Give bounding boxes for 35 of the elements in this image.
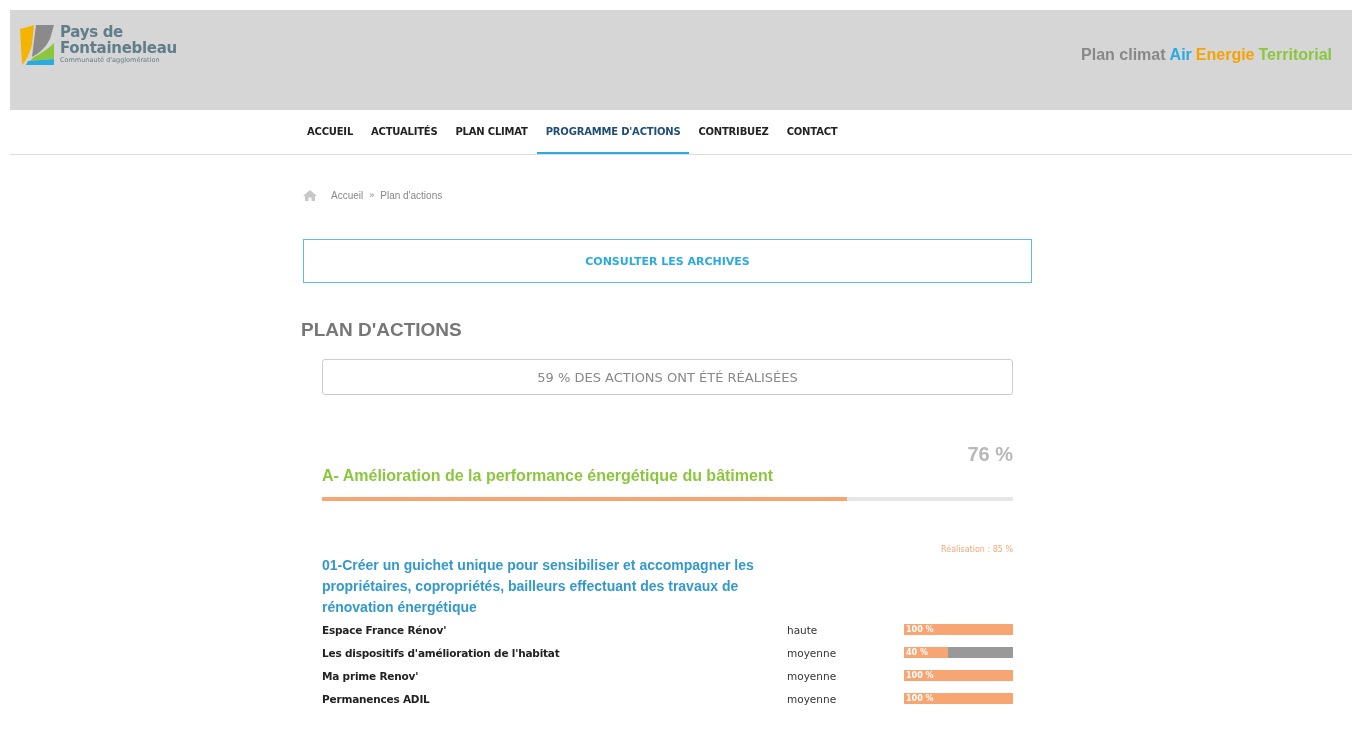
logo-title: Fontainebleau xyxy=(60,40,177,56)
home-icon[interactable] xyxy=(303,189,317,201)
item-progress-reading: 100 % xyxy=(906,693,934,704)
site-title-word: Energie xyxy=(1195,46,1255,64)
item-name: Ma prime Renov' xyxy=(322,669,420,682)
breadcrumb-link[interactable]: Accueil xyxy=(331,189,364,201)
realisation-label: Réalisation : 85 % xyxy=(940,545,1013,555)
nav-tab[interactable]: PLAN CLIMAT xyxy=(446,110,537,154)
nav-tab[interactable]: ACCUEIL xyxy=(298,110,363,154)
item-priority: moyenne xyxy=(787,669,838,682)
item-name: Les dispositifs d'amélioration de l'habitat xyxy=(322,646,561,659)
summary-banner: 59 % DES ACTIONS ONT ÉTÉ RÉALISÉES xyxy=(322,359,1013,395)
logo-title: Pays de xyxy=(60,24,123,40)
site-title-word: Territorial xyxy=(1258,46,1332,64)
item-priority: moyenne xyxy=(787,646,838,659)
breadcrumb-separator: » xyxy=(369,190,375,200)
section-title: A- Amélioration de la performance énergétique du bâtiment xyxy=(322,467,775,485)
section-percent: 76 % xyxy=(966,443,1013,465)
nav-tab[interactable]: PROGRAMME D'ACTIONS xyxy=(536,110,690,154)
item-progress-reading: 40 % xyxy=(906,647,928,658)
nav-tab[interactable]: ACTUALITÉS xyxy=(362,110,447,154)
breadcrumb-current: Plan d'actions xyxy=(380,189,443,201)
site-title-word: Plan climat xyxy=(1081,46,1166,64)
nav-tab[interactable]: CONTRIBUEZ xyxy=(689,110,778,154)
item-priority: moyenne xyxy=(787,692,838,705)
item-progress-reading: 100 % xyxy=(906,624,934,635)
item-name: Espace France Rénov' xyxy=(322,623,448,636)
item-priority: haute xyxy=(787,623,819,636)
action-title: 01-Créer un guichet unique pour sensibiliser et accompagner les propriétaires, copropriétés, bailleurs effectuant des travaux de rénovation énergétique xyxy=(322,556,755,617)
site-title-word: Air xyxy=(1169,46,1192,64)
item-name: Permanences ADIL xyxy=(322,692,431,705)
page-title: PLAN D'ACTIONS xyxy=(301,319,463,341)
logo-icon xyxy=(20,24,54,65)
item-progress-reading: 100 % xyxy=(906,670,934,681)
nav-tab[interactable]: CONTACT xyxy=(777,110,847,154)
